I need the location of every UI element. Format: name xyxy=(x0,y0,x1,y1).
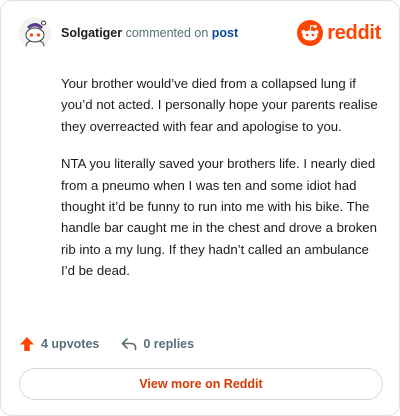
reddit-wordmark: reddit xyxy=(327,21,381,44)
reddit-brand[interactable]: reddit xyxy=(297,20,381,46)
comment-meta: Solgatiger commented on post xyxy=(61,26,238,40)
upvote-arrow-icon xyxy=(20,337,34,351)
comment-body: Your brother would’ve died from a collap… xyxy=(61,73,381,298)
comment-paragraph: Your brother would’ve died from a collap… xyxy=(61,76,378,134)
snoo-avatar-icon xyxy=(19,17,51,49)
reply-count: 0 replies xyxy=(143,337,195,351)
comment-actions: 4 upvotes 0 replies xyxy=(19,334,194,354)
replies-button[interactable]: 0 replies xyxy=(121,336,194,352)
user-avatar[interactable] xyxy=(19,17,51,49)
comment-paragraph: NTA you literally saved your brothers li… xyxy=(61,156,377,279)
action-text: commented on xyxy=(125,26,209,40)
view-more-button[interactable]: View more on Reddit xyxy=(19,368,383,400)
comment-embed-card: Solgatiger commented on post reddit Your… xyxy=(0,0,400,416)
comment-header: Solgatiger commented on post reddit xyxy=(19,17,381,53)
post-link[interactable]: post xyxy=(212,26,238,40)
reply-arrow-icon xyxy=(122,338,137,351)
upvote-button[interactable]: 4 upvotes xyxy=(19,336,99,352)
upvote-count: 4 upvotes xyxy=(41,337,100,351)
username-link[interactable]: Solgatiger xyxy=(61,26,122,40)
reddit-logo-icon xyxy=(297,20,324,46)
